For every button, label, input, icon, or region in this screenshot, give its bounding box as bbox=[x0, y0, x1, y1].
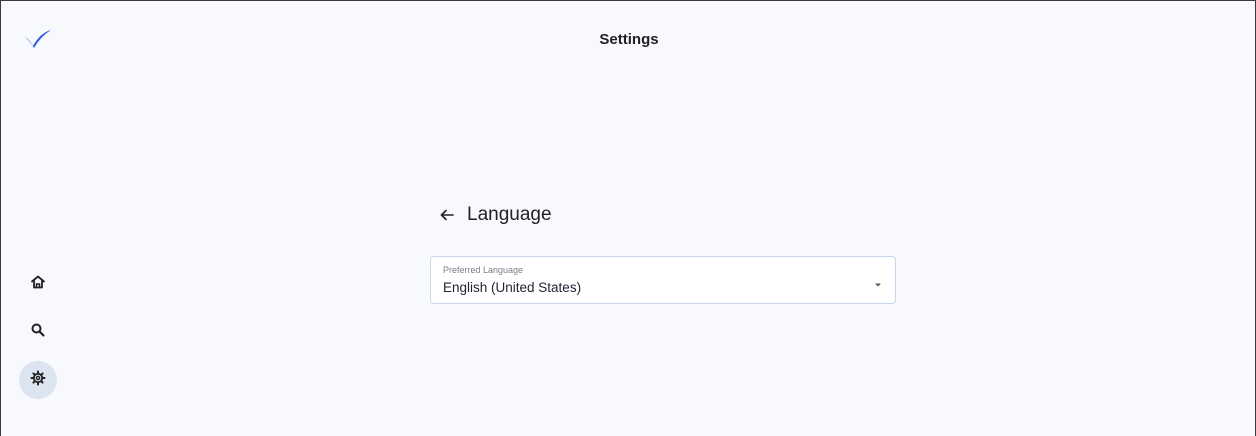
app-window: Settings Language Preferred Language Eng… bbox=[0, 0, 1256, 436]
sidebar-item-search[interactable] bbox=[19, 313, 57, 351]
sidebar-item-home[interactable] bbox=[19, 265, 57, 303]
back-arrow-icon[interactable] bbox=[439, 207, 455, 223]
preferred-language-select[interactable]: Preferred Language English (United State… bbox=[430, 256, 896, 304]
home-icon bbox=[30, 274, 46, 295]
section-title: Language bbox=[467, 204, 552, 225]
gear-icon bbox=[30, 370, 46, 391]
sidebar-item-settings[interactable] bbox=[19, 361, 57, 399]
select-value: English (United States) bbox=[443, 280, 582, 295]
caret-down-icon bbox=[873, 276, 883, 287]
select-label: Preferred Language bbox=[443, 265, 524, 275]
search-icon bbox=[30, 322, 46, 343]
section-header: Language bbox=[439, 204, 552, 226]
page-title: Settings bbox=[599, 31, 659, 48]
